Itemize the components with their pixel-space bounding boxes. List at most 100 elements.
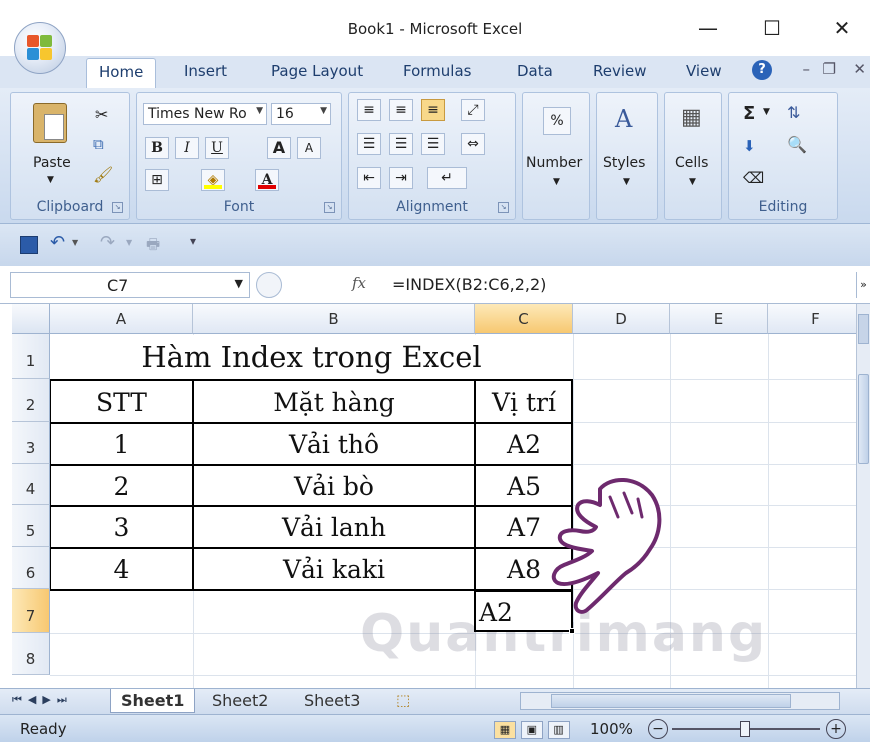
normal-view-icon[interactable]: ▦ [494, 721, 516, 739]
vscroll-split-handle[interactable] [858, 314, 869, 344]
column-header-a[interactable]: A [50, 304, 193, 334]
row-header-3[interactable]: 3 [12, 422, 50, 464]
tab-view[interactable]: View [686, 62, 722, 80]
alignment-launcher-icon[interactable]: ↘ [498, 202, 509, 213]
fill-color-button[interactable]: ◈ [201, 169, 225, 191]
styles-button[interactable]: Styles [603, 155, 645, 171]
merge-center-icon[interactable]: ⇔ [461, 133, 485, 155]
clear-icon[interactable]: ⌫ [743, 169, 764, 187]
customize-qat-icon[interactable]: ▾ [190, 234, 196, 248]
row-header-7[interactable]: 7 [12, 589, 50, 633]
cell-item[interactable]: Vải thô [193, 430, 475, 459]
cut-icon[interactable]: ✂ [95, 105, 108, 124]
tab-page-layout[interactable]: Page Layout [271, 62, 363, 80]
wrap-text-icon[interactable]: ↵ [427, 167, 467, 189]
horizontal-scrollbar[interactable] [520, 692, 840, 710]
row-header-4[interactable]: 4 [12, 464, 50, 505]
fill-icon[interactable]: ⬇ [743, 137, 756, 155]
column-header-f[interactable]: F [768, 304, 856, 334]
autosum-button[interactable]: Σ [743, 103, 755, 124]
bold-button[interactable]: B [145, 137, 169, 159]
cells-button[interactable]: Cells [675, 155, 708, 171]
copy-icon[interactable]: ⧉ [93, 135, 104, 153]
ribbon-minimize-icon[interactable]: – [803, 60, 811, 78]
column-header-b[interactable]: B [193, 304, 475, 334]
formula-input[interactable]: =INDEX(B2:C6,2,2) [384, 272, 856, 298]
zoom-slider-thumb[interactable] [740, 721, 750, 737]
top-align-icon[interactable]: ≡ [357, 99, 381, 121]
insert-sheet-icon[interactable]: ⬚ [396, 691, 410, 709]
ribbon-restore-icon[interactable]: ❐ [823, 60, 836, 78]
tab-formulas[interactable]: Formulas [403, 62, 471, 80]
select-all-button[interactable] [12, 304, 50, 334]
ribbon-close-icon[interactable]: ✕ [853, 60, 866, 78]
cell-item[interactable]: Vải bò [193, 472, 475, 501]
header-stt[interactable]: STT [50, 388, 193, 417]
zoom-level[interactable]: 100% [590, 720, 633, 738]
styles-dropdown-icon[interactable]: ▼ [623, 177, 630, 187]
maximize-button[interactable]: ☐ [752, 16, 792, 40]
cells-group[interactable]: ▦ Cells ▼ [664, 92, 722, 220]
name-box[interactable]: C7 ▼ [10, 272, 250, 298]
italic-button[interactable]: I [175, 137, 199, 159]
font-name-dropdown-icon[interactable]: ▼ [256, 106, 263, 116]
tab-insert[interactable]: Insert [184, 62, 227, 80]
cell-stt[interactable]: 1 [50, 430, 193, 459]
sheet-tab-2[interactable]: Sheet2 [202, 689, 278, 713]
name-box-dropdown-icon[interactable]: ▼ [235, 277, 243, 290]
column-header-e[interactable]: E [670, 304, 768, 334]
header-position[interactable]: Vị trí [475, 388, 573, 417]
number-dropdown-icon[interactable]: ▼ [553, 177, 560, 187]
decrease-indent-icon[interactable]: ⇤ [357, 167, 381, 189]
redo-icon[interactable]: ↷ [100, 232, 115, 253]
fill-handle[interactable] [569, 628, 575, 634]
page-break-view-icon[interactable]: ▥ [547, 721, 570, 739]
paste-dropdown-icon[interactable]: ▼ [47, 175, 54, 185]
percent-icon[interactable]: % [543, 107, 571, 135]
minimize-button[interactable]: — [688, 16, 728, 40]
orientation-icon[interactable]: ⤢ [461, 99, 485, 121]
help-icon[interactable]: ? [752, 60, 772, 80]
tab-data[interactable]: Data [517, 62, 553, 80]
print-preview-icon[interactable]: 🖶 [146, 234, 160, 259]
sheet-tab-3[interactable]: Sheet3 [294, 689, 370, 713]
hscroll-thumb[interactable] [551, 694, 791, 708]
expand-formula-bar-icon[interactable]: » [856, 272, 870, 298]
font-size-dropdown-icon[interactable]: ▼ [320, 106, 327, 116]
font-color-button[interactable]: A [255, 169, 279, 191]
row-header-1[interactable]: 1 [12, 334, 50, 379]
column-header-d[interactable]: D [573, 304, 670, 334]
cell-item[interactable]: Vải lanh [193, 513, 475, 542]
shrink-font-button[interactable]: A [297, 137, 321, 159]
middle-align-icon[interactable]: ≡ [389, 99, 413, 121]
office-button[interactable] [14, 22, 66, 74]
paste-button[interactable]: Paste [33, 155, 71, 171]
font-size-combo[interactable]: 16 ▼ [271, 103, 331, 125]
row-header-8[interactable]: 8 [12, 633, 50, 675]
align-left-icon[interactable]: ☰ [357, 133, 381, 155]
save-icon[interactable] [20, 236, 38, 254]
cells-dropdown-icon[interactable]: ▼ [689, 177, 696, 187]
cell-stt[interactable]: 2 [50, 472, 193, 501]
formula-bar-handle-icon[interactable] [256, 272, 282, 298]
find-select-icon[interactable]: 🔍 [787, 135, 807, 154]
styles-group[interactable]: A Styles ▼ [596, 92, 658, 220]
vscroll-thumb[interactable] [858, 374, 869, 464]
tab-review[interactable]: Review [593, 62, 647, 80]
autosum-dropdown-icon[interactable]: ▼ [763, 107, 770, 117]
undo-icon[interactable]: ↶ [50, 232, 65, 253]
page-layout-view-icon[interactable]: ▣ [520, 721, 543, 739]
cell-position[interactable]: A2 [475, 430, 573, 459]
bottom-align-icon[interactable]: ≡ [421, 99, 445, 121]
worksheet-grid[interactable]: A B C D E F 1 2 3 4 5 6 7 8 Quantrimang … [0, 304, 856, 688]
number-button[interactable]: Number [526, 155, 582, 171]
increase-indent-icon[interactable]: ⇥ [389, 167, 413, 189]
redo-dropdown-icon[interactable]: ▼ [126, 238, 132, 247]
font-name-combo[interactable]: Times New Ro ▼ [143, 103, 267, 125]
grow-font-button[interactable]: A [267, 137, 291, 159]
header-item[interactable]: Mặt hàng [193, 388, 475, 417]
cell-stt[interactable]: 3 [50, 513, 193, 542]
zoom-in-icon[interactable]: + [826, 719, 846, 739]
row-header-5[interactable]: 5 [12, 505, 50, 547]
underline-button[interactable]: U [205, 137, 229, 159]
